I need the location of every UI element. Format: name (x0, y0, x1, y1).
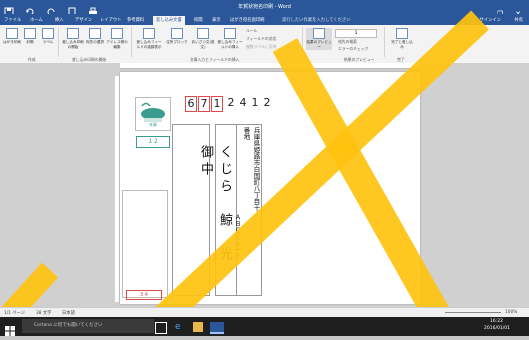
file-explorer-icon[interactable] (193, 322, 203, 332)
page-count[interactable]: 1/1 ページ (4, 310, 25, 316)
windows-start-icon[interactable] (5, 321, 15, 336)
taskbar: Cortana に何でも聞いてください e 16:22 2016/01/01 (0, 317, 529, 336)
task-view-icon[interactable] (155, 322, 167, 334)
zoom-level[interactable]: 100% (505, 310, 517, 315)
cortana-placeholder: Cortana に何でも聞いてください (34, 323, 103, 328)
word-count[interactable]: 38 文字 (36, 310, 51, 316)
cortana-search-box[interactable]: Cortana に何でも聞いてください (22, 319, 154, 333)
word-taskbar-icon[interactable] (210, 322, 224, 334)
overlay-x-mark (0, 10, 489, 336)
clock-time[interactable]: 16:22 (490, 319, 503, 324)
zoom-slider[interactable] (445, 312, 501, 313)
language[interactable]: 日本語 (62, 310, 75, 316)
edge-icon[interactable]: e (175, 322, 185, 332)
clock-date[interactable]: 2016/01/01 (484, 326, 510, 331)
